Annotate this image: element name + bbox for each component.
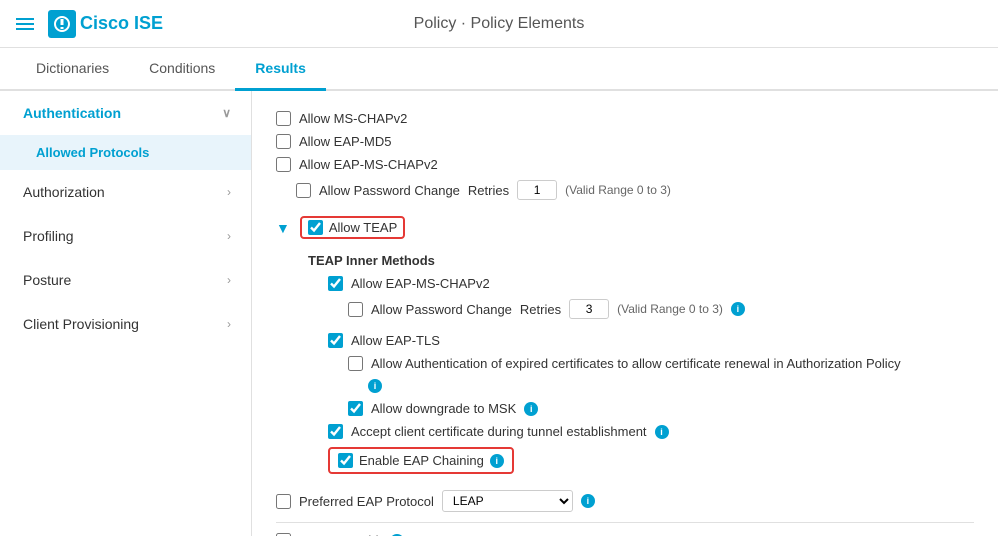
checkbox-teap-accept-client-cert[interactable] <box>328 424 343 439</box>
checkbox-teap-allow-eap-ms-chapv2[interactable] <box>328 276 343 291</box>
label-teap-accept-client-cert: Accept client certificate during tunnel … <box>351 424 647 439</box>
main-layout: Authentication ∨ Allowed Protocols Autho… <box>0 91 998 536</box>
checkbox-eap-tls-lbit[interactable] <box>276 533 291 536</box>
row-info-icon-row: i <box>348 375 974 397</box>
row-allow-eap-md5: Allow EAP-MD5 <box>276 130 974 153</box>
row-teap-allow-eap-tls: Allow EAP-TLS <box>328 329 974 352</box>
retries-input-teap[interactable] <box>569 299 609 319</box>
chevron-right-icon: › <box>227 185 231 199</box>
row-teap-allow-eap-ms-chapv2: Allow EAP-MS-CHAPv2 <box>328 272 974 295</box>
brand: Cisco ISE <box>48 10 163 38</box>
label-allow-eap-md5: Allow EAP-MD5 <box>299 134 391 149</box>
info-icon-preferred-eap[interactable]: i <box>581 494 595 508</box>
checkbox-teap-allow-eap-tls[interactable] <box>328 333 343 348</box>
row-preferred-eap: Preferred EAP Protocol LEAP EAP-TLS EAP-… <box>276 486 974 516</box>
checkbox-teap-allow-auth-expired[interactable] <box>348 356 363 371</box>
label-teap-allow-eap-ms-chapv2: Allow EAP-MS-CHAPv2 <box>351 276 490 291</box>
teap-inner-methods-section: TEAP Inner Methods Allow EAP-MS-CHAPv2 A… <box>308 253 974 478</box>
brand-name: Cisco ISE <box>80 13 163 34</box>
row-teap-allow-password-change: Allow Password Change Retries (Valid Ran… <box>348 295 974 323</box>
tab-results[interactable]: Results <box>235 48 326 91</box>
hamburger-button[interactable] <box>16 15 34 33</box>
retries-input-top[interactable] <box>517 180 557 200</box>
row-teap-allow-downgrade: Allow downgrade to MSK i <box>348 397 974 420</box>
label-teap-enable-eap-chaining: Enable EAP Chaining <box>359 453 484 468</box>
row-teap-allow-auth-expired: Allow Authentication of expired certific… <box>348 352 974 375</box>
row-allow-eap-ms-chapv2-top: Allow EAP-MS-CHAPv2 <box>276 153 974 176</box>
sidebar-subitem-allowed-protocols[interactable]: Allowed Protocols <box>0 135 251 170</box>
preferred-eap-dropdown[interactable]: LEAP EAP-TLS EAP-MS-CHAPv2 <box>442 490 573 512</box>
row-eap-tls-lbit: EAP-TLS L-bit i <box>276 529 974 536</box>
info-icon-downgrade[interactable]: i <box>524 402 538 416</box>
chevron-right-icon: › <box>227 273 231 287</box>
checkbox-allow-eap-md5[interactable] <box>276 134 291 149</box>
row-allow-password-change-top: Allow Password Change Retries (Valid Ran… <box>276 176 974 204</box>
label-allow-eap-ms-chapv2-top: Allow EAP-MS-CHAPv2 <box>299 157 438 172</box>
teap-arrow-icon: ▼ <box>276 220 290 236</box>
label-teap-allow-auth-expired: Allow Authentication of expired certific… <box>371 356 901 371</box>
brand-logo <box>48 10 76 38</box>
sidebar-item-posture[interactable]: Posture › <box>0 258 251 302</box>
chevron-right-icon: › <box>227 229 231 243</box>
label-allow-teap: Allow TEAP <box>329 220 397 235</box>
sidebar-item-profiling[interactable]: Profiling › <box>0 214 251 258</box>
label-teap-allow-downgrade: Allow downgrade to MSK <box>371 401 516 416</box>
main-content: Allow MS-CHAPv2 Allow EAP-MD5 Allow EAP-… <box>252 91 998 536</box>
label-allow-password-change-top: Allow Password Change <box>319 183 460 198</box>
sidebar-item-authorization[interactable]: Authorization › <box>0 170 251 214</box>
valid-range-teap: (Valid Range 0 to 3) <box>617 302 723 316</box>
info-icon-eap-chaining[interactable]: i <box>490 454 504 468</box>
checkbox-allow-teap[interactable] <box>308 220 323 235</box>
info-icon-eap-tls-lbit[interactable]: i <box>390 534 404 537</box>
info-icon-accept-client-cert[interactable]: i <box>655 425 669 439</box>
checkbox-teap-allow-downgrade[interactable] <box>348 401 363 416</box>
chevron-right-icon: › <box>227 317 231 331</box>
row-allow-teap: ▼ Allow TEAP <box>276 212 974 243</box>
info-icon-retries-teap[interactable]: i <box>731 302 745 316</box>
sidebar-item-client-provisioning[interactable]: Client Provisioning › <box>0 302 251 346</box>
tab-conditions[interactable]: Conditions <box>129 48 235 91</box>
retries-label-teap: Retries <box>520 302 561 317</box>
teap-inner-methods-title: TEAP Inner Methods <box>308 253 974 268</box>
tab-bar: Dictionaries Conditions Results <box>0 48 998 91</box>
sidebar-item-authentication[interactable]: Authentication ∨ <box>0 91 251 135</box>
chevron-down-icon: ∨ <box>222 106 231 120</box>
checkbox-preferred-eap[interactable] <box>276 494 291 509</box>
checkbox-allow-eap-ms-chapv2-top[interactable] <box>276 157 291 172</box>
info-icon-auth-expired[interactable]: i <box>368 379 382 393</box>
tab-dictionaries[interactable]: Dictionaries <box>16 48 129 91</box>
enable-eap-chaining-highlight: Enable EAP Chaining i <box>328 447 514 474</box>
checkbox-teap-allow-password-change[interactable] <box>348 302 363 317</box>
divider-1 <box>276 522 974 523</box>
page-title: Policy · Policy Elements <box>414 15 585 33</box>
allow-teap-highlight: Allow TEAP <box>300 216 405 239</box>
checkbox-allow-password-change-top[interactable] <box>296 183 311 198</box>
row-teap-accept-client-cert: Accept client certificate during tunnel … <box>328 420 974 443</box>
label-teap-allow-password-change: Allow Password Change <box>371 302 512 317</box>
row-allow-ms-chapv2-top: Allow MS-CHAPv2 <box>276 107 974 130</box>
label-eap-tls-lbit: EAP-TLS L-bit <box>299 533 382 536</box>
top-nav: Cisco ISE Policy · Policy Elements <box>0 0 998 48</box>
label-preferred-eap: Preferred EAP Protocol <box>299 494 434 509</box>
valid-range-top: (Valid Range 0 to 3) <box>565 183 671 197</box>
checkbox-allow-ms-chapv2-top[interactable] <box>276 111 291 126</box>
label-teap-allow-eap-tls: Allow EAP-TLS <box>351 333 440 348</box>
row-teap-enable-eap-chaining: Enable EAP Chaining i <box>328 443 974 478</box>
sidebar: Authentication ∨ Allowed Protocols Autho… <box>0 91 252 536</box>
checkbox-teap-enable-eap-chaining[interactable] <box>338 453 353 468</box>
label-allow-ms-chapv2-top: Allow MS-CHAPv2 <box>299 111 407 126</box>
retries-label-top: Retries <box>468 183 509 198</box>
